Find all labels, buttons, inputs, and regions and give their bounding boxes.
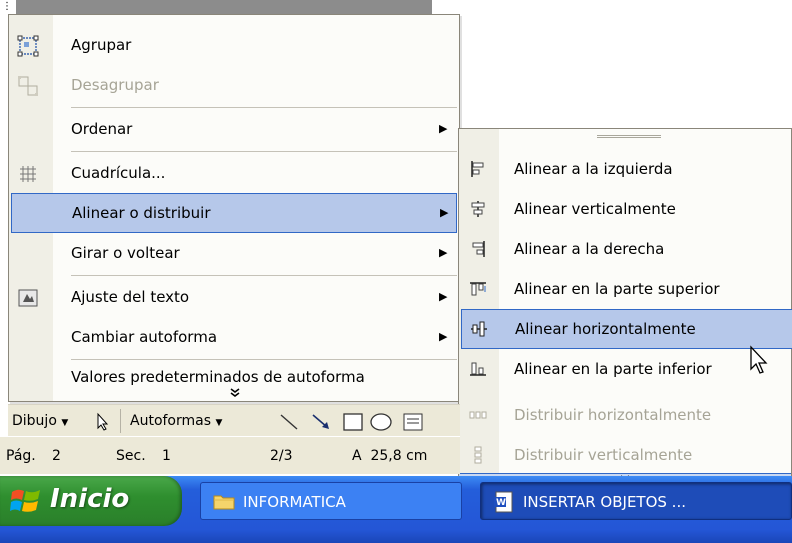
taskbar-button-label: INSERTAR OBJETOS ... (523, 493, 686, 511)
align-middle-icon (469, 319, 489, 339)
menu-item-girar-voltear[interactable]: Girar o voltear ▶ (9, 233, 459, 273)
submenu-item-label: Alinear a la derecha (514, 240, 665, 258)
menu-item-label: Desagrupar (71, 76, 159, 94)
oval-icon[interactable] (370, 411, 392, 433)
group-icon (17, 35, 39, 57)
svg-text:W: W (496, 498, 506, 508)
menu-item-label: Cuadrícula... (71, 164, 166, 182)
menu-separator (71, 151, 457, 152)
menu-item-ajuste-texto[interactable]: Ajuste del texto ▶ (9, 277, 459, 317)
menu-item-label: Valores predeterminados de autoforma (71, 368, 365, 386)
status-bar: Pág. 2 Sec. 1 2/3 A 25,8 cm (0, 436, 460, 474)
status-position: A 25,8 cm (352, 448, 428, 464)
align-center-icon (468, 199, 488, 219)
draw-menu-button[interactable]: Dibujo ▼ (12, 411, 68, 433)
submenu-arrow-icon: ▶ (439, 330, 448, 343)
align-right-icon (468, 239, 488, 259)
menu-item-ordenar[interactable]: Ordenar ▶ (9, 109, 459, 149)
submenu-arrow-icon: ▶ (440, 206, 449, 219)
menu-item-label: Cambiar autoforma (71, 328, 218, 346)
drawing-toolbar: Dibujo ▼ Autoformas ▼ (8, 404, 460, 436)
folder-icon (213, 495, 235, 510)
arrow-icon[interactable] (310, 411, 332, 433)
menu-item-label: Alinear o distribuir (72, 204, 211, 222)
menu-item-label: Ordenar (71, 120, 133, 138)
submenu-item-label: Alinear en la parte superior (514, 280, 720, 298)
submenu-item-alinear-horizontalmente[interactable]: Alinear horizontalmente (461, 309, 792, 349)
grid-icon (17, 163, 39, 185)
line-icon[interactable] (278, 411, 300, 433)
menu-item-alinear-distribuir[interactable]: Alinear o distribuir ▶ (11, 193, 457, 233)
toolbar-separator (120, 409, 121, 433)
taskbar-button-insertar-objetos[interactable]: W INSERTAR OBJETOS ... (480, 482, 792, 520)
submenu-arrow-icon: ▶ (439, 290, 448, 303)
ungroup-icon (17, 75, 39, 97)
dropdown-arrow-icon: ▼ (61, 418, 69, 428)
status-section-number: 1 (162, 448, 171, 464)
submenu-item-label: Alinear verticalmente (514, 200, 676, 218)
submenu-arrow-icon: ▶ (439, 122, 448, 135)
menu-item-label: Girar o voltear (71, 244, 180, 262)
submenu-item-alinear-derecha[interactable]: Alinear a la derecha (459, 229, 792, 269)
submenu-item-label: Distribuir verticalmente (514, 446, 693, 464)
submenu-item-label: Alinear horizontalmente (515, 320, 696, 338)
taskbar-button-informatica[interactable]: INFORMATICA (200, 482, 462, 520)
status-section-label: Sec. (116, 448, 146, 464)
distribute-vertical-icon (468, 445, 488, 465)
word-document-icon: W (494, 491, 513, 513)
status-page-fraction: 2/3 (270, 448, 293, 464)
status-page-label: Pág. (6, 448, 36, 464)
submenu-item-distribuir-vertical[interactable]: Distribuir verticalmente (459, 435, 792, 475)
taskbar: Inicio INFORMATICA W INSERTAR OBJETOS ..… (0, 476, 792, 543)
submenu-item-label: Alinear a la izquierda (514, 160, 673, 178)
submenu-item-alinear-verticalmente[interactable]: Alinear verticalmente (459, 189, 792, 229)
text-wrap-icon (17, 287, 39, 309)
windows-logo-icon (10, 489, 40, 512)
rectangle-icon[interactable] (342, 411, 364, 433)
background-handle: ⋮ (2, 1, 12, 12)
submenu-item-alinear-superior[interactable]: Alinear en la parte superior (459, 269, 792, 309)
distribute-horizontal-icon (468, 405, 488, 425)
submenu-item-label: Distribuir horizontalmente (514, 406, 712, 424)
start-button[interactable]: Inicio (0, 476, 182, 526)
menu-item-cuadricula[interactable]: Cuadrícula... (9, 153, 459, 193)
dropdown-arrow-icon: ▼ (215, 418, 223, 428)
autoshapes-label: Autoformas (130, 413, 212, 429)
draw-menu-label: Dibujo (12, 413, 57, 429)
align-left-icon (468, 159, 488, 179)
textbox-icon[interactable] (402, 411, 424, 433)
select-pointer-icon[interactable] (92, 411, 114, 433)
tear-off-grip[interactable] (597, 135, 661, 138)
mouse-cursor-icon (750, 345, 768, 374)
submenu-item-distribuir-horizontal[interactable]: Distribuir horizontalmente (459, 395, 792, 435)
menu-item-desagrupar[interactable]: Desagrupar (9, 65, 459, 105)
draw-menu: Agrupar Desagrupar Ordenar ▶ Cuadrícula.… (8, 14, 460, 402)
menu-item-label: Agrupar (71, 36, 132, 54)
align-submenu: Alinear a la izquierda Alinear verticalm… (458, 128, 792, 490)
autoshapes-button[interactable]: Autoformas ▼ (130, 411, 222, 433)
align-bottom-icon (468, 359, 488, 379)
menu-separator (71, 107, 457, 108)
status-page-number: 2 (52, 448, 61, 464)
submenu-arrow-icon: ▶ (439, 246, 448, 259)
expand-menu-icon[interactable] (229, 387, 241, 402)
start-label: Inicio (50, 484, 130, 514)
taskbar-button-label: INFORMATICA (243, 493, 346, 511)
menu-item-agrupar[interactable]: Agrupar (9, 25, 459, 65)
submenu-item-alinear-izquierda[interactable]: Alinear a la izquierda (459, 149, 792, 189)
menu-item-label: Ajuste del texto (71, 288, 190, 306)
submenu-item-label: Alinear en la parte inferior (514, 360, 712, 378)
align-top-icon (468, 279, 488, 299)
submenu-item-alinear-inferior[interactable]: Alinear en la parte inferior (459, 349, 792, 389)
menu-separator (71, 275, 457, 276)
menu-item-cambiar-autoforma[interactable]: Cambiar autoforma ▶ (9, 317, 459, 357)
